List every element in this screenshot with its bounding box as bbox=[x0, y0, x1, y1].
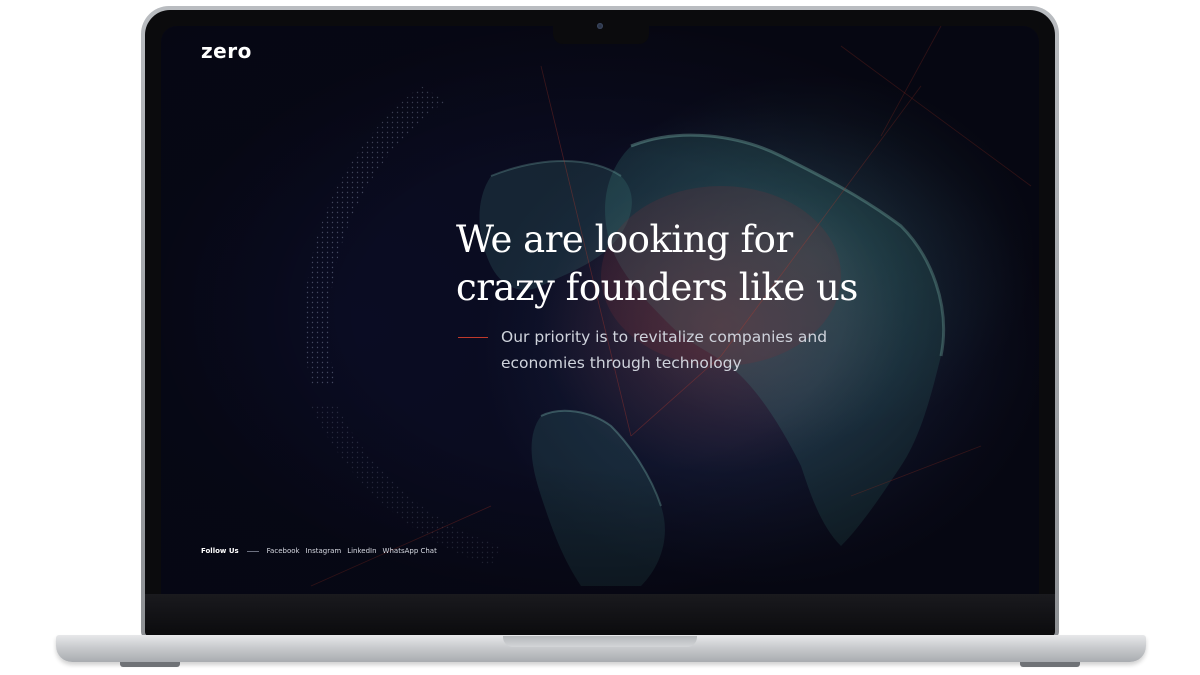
laptop-opening-lip bbox=[503, 636, 697, 647]
laptop-foot-right bbox=[1020, 662, 1080, 667]
subline-line-1: Our priority is to revitalize companies … bbox=[501, 328, 828, 346]
follow-us-label: Follow Us bbox=[201, 547, 239, 555]
linkedin-link[interactable]: LinkedIn bbox=[347, 547, 376, 555]
webcam-icon bbox=[597, 23, 603, 29]
subline-line-2: economies through technology bbox=[501, 354, 742, 372]
site-logo[interactable]: zero bbox=[201, 39, 252, 63]
hero-subline: Our priority is to revitalize companies … bbox=[501, 324, 881, 376]
social-divider bbox=[246, 550, 259, 552]
headline-line-2: crazy founders like us bbox=[456, 266, 858, 309]
mockup-stage: zero We are looking for crazy founders l… bbox=[0, 0, 1200, 675]
laptop-chin bbox=[145, 594, 1055, 630]
headline-line-1: We are looking for bbox=[456, 218, 793, 261]
social-links-bar: Follow Us Facebook Instagram LinkedIn Wh… bbox=[201, 547, 443, 555]
whatsapp-chat-link[interactable]: WhatsApp Chat bbox=[383, 547, 437, 555]
facebook-link[interactable]: Facebook bbox=[267, 547, 300, 555]
instagram-link[interactable]: Instagram bbox=[306, 547, 342, 555]
laptop-screen: zero We are looking for crazy founders l… bbox=[161, 26, 1039, 594]
hero-headline: We are looking for crazy founders like u… bbox=[456, 216, 996, 312]
laptop-foot-left bbox=[120, 662, 180, 667]
accent-dash bbox=[458, 337, 488, 338]
